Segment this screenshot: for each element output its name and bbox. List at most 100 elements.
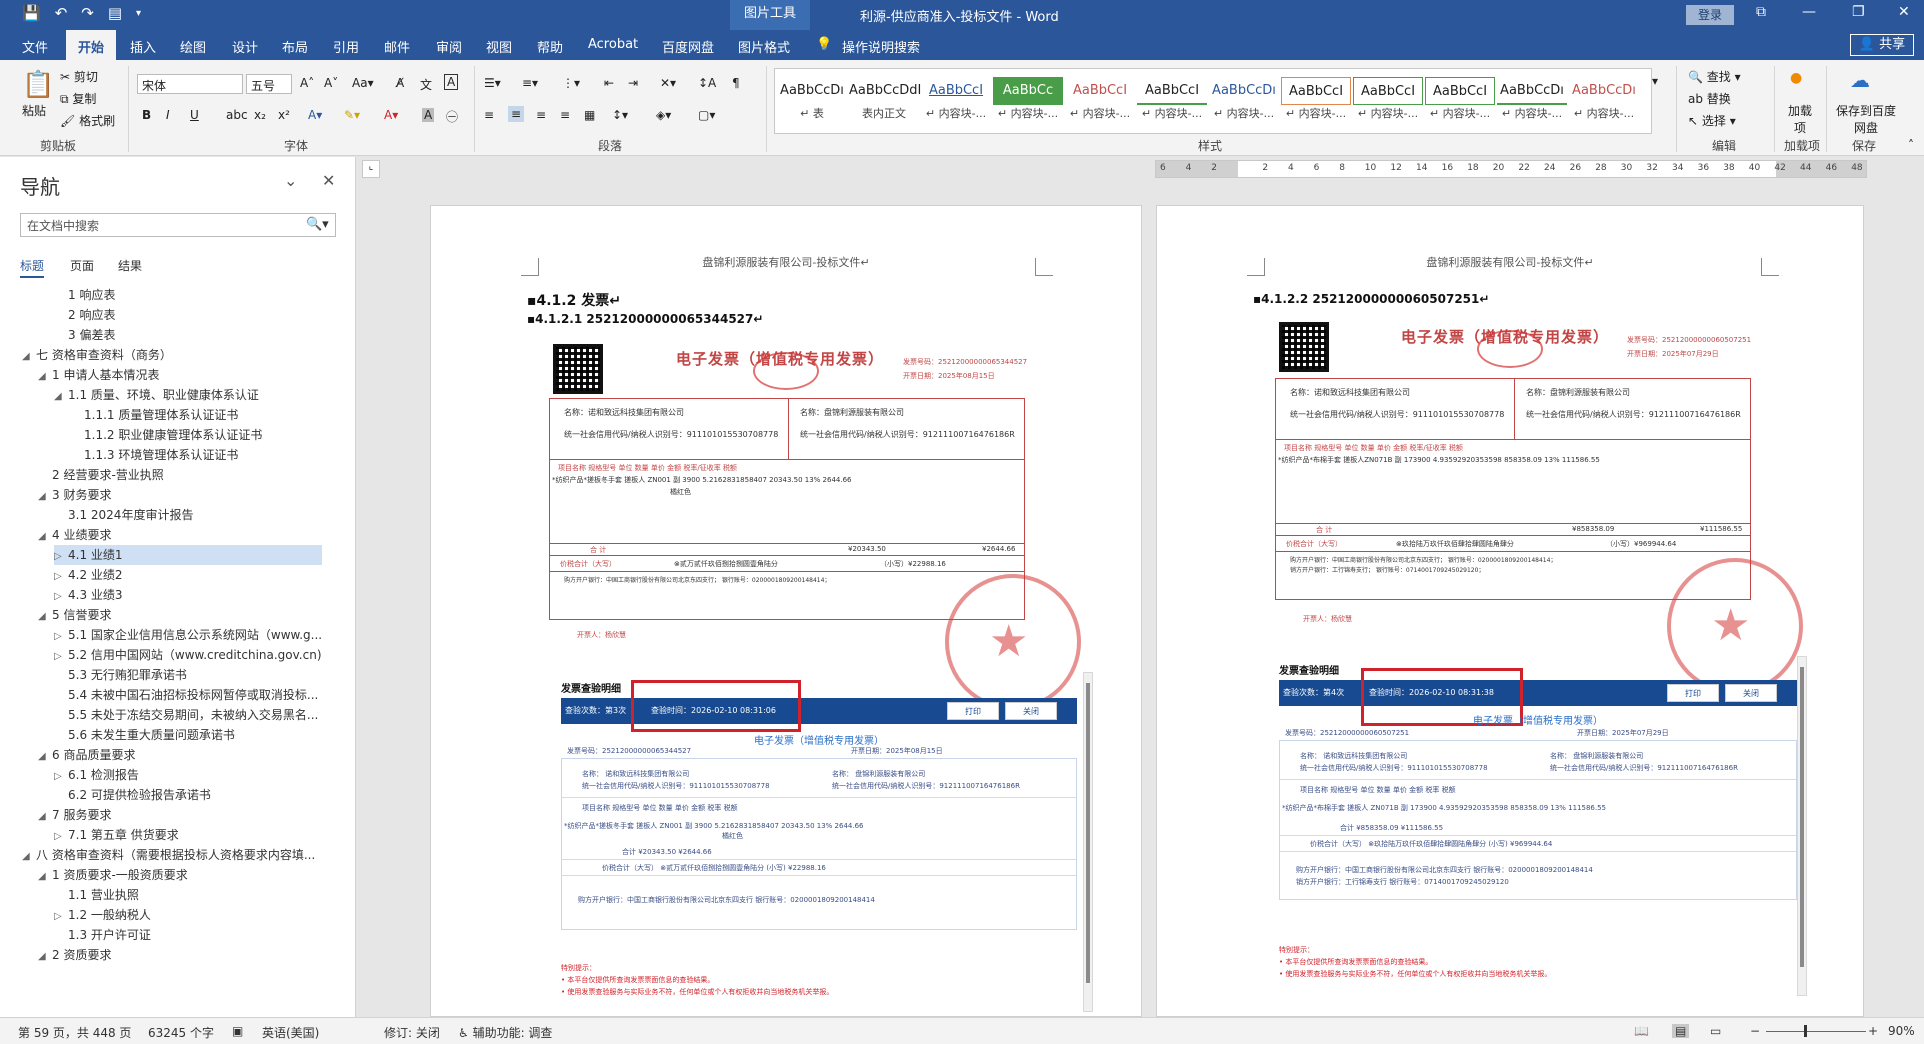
- paste-icon[interactable]: 📋: [22, 70, 54, 100]
- tab-layout[interactable]: 布局: [282, 37, 308, 56]
- nav-heading-item[interactable]: ◢ 7 服务要求: [38, 805, 358, 825]
- phonetic-guide-icon[interactable]: 文: [420, 76, 432, 93]
- copy-button[interactable]: ⧉ 复制: [60, 90, 96, 107]
- nav-heading-item[interactable]: ▷ 4.1 业绩1: [54, 545, 322, 565]
- lightbulb-icon[interactable]: 💡: [816, 37, 832, 52]
- expand-arrow-icon[interactable]: ▷: [54, 827, 68, 845]
- borders-icon[interactable]: ▢▾: [698, 108, 715, 122]
- customize-qat-icon[interactable]: ▾: [136, 8, 141, 19]
- nav-heading-item[interactable]: 2 经营要求-营业执照: [38, 465, 358, 485]
- tab-mailings[interactable]: 邮件: [384, 37, 410, 56]
- collapse-arrow-icon[interactable]: ◢: [38, 867, 52, 885]
- nav-heading-item[interactable]: 5.5 未处于冻结交易期间，未被纳入交易黑名...: [54, 705, 374, 725]
- nav-heading-item[interactable]: ▷ 6.1 检测报告: [54, 765, 374, 785]
- format-painter-button[interactable]: 🖌 格式刷: [60, 112, 115, 129]
- increase-indent-icon[interactable]: ⇥: [628, 76, 638, 90]
- cut-button[interactable]: ✂ 剪切: [60, 68, 98, 85]
- nav-heading-item[interactable]: 3 偏差表: [54, 325, 374, 345]
- tab-acrobat[interactable]: Acrobat: [588, 37, 638, 52]
- tab-draw[interactable]: 绘图: [180, 37, 206, 56]
- expand-arrow-icon[interactable]: ▷: [54, 567, 68, 585]
- nav-heading-item[interactable]: ◢ 6 商品质量要求: [38, 745, 358, 765]
- multilevel-list-icon[interactable]: ⋮▾: [562, 76, 580, 90]
- addin-icon[interactable]: ●: [1790, 70, 1802, 86]
- document-icon[interactable]: ▤: [108, 4, 122, 22]
- styles-scroll-icon[interactable]: ▾: [1652, 74, 1658, 88]
- justify-icon[interactable]: ≡: [560, 108, 570, 122]
- print-button[interactable]: 打印: [1667, 684, 1719, 702]
- minimize-icon[interactable]: —: [1802, 4, 1816, 20]
- collapse-ribbon-icon[interactable]: ˄: [1908, 138, 1914, 152]
- nav-heading-item[interactable]: 6.2 可提供检验报告承诺书: [54, 785, 374, 805]
- zoom-level[interactable]: 90%: [1888, 1024, 1915, 1038]
- horizontal-ruler[interactable]: 6 4 2 2 4 6 8 10 12 14 16 18 20 22 24 26 28 30 32 34 36 38 40 4…: [1155, 160, 1867, 178]
- collapse-arrow-icon[interactable]: ◢: [38, 807, 52, 825]
- collapse-arrow-icon[interactable]: ◢: [54, 387, 68, 405]
- italic-icon[interactable]: I: [166, 108, 170, 122]
- print-button[interactable]: 打印: [947, 702, 999, 720]
- image-scrollbar[interactable]: [1083, 672, 1093, 1012]
- collapse-arrow-icon[interactable]: ◢: [38, 947, 52, 965]
- nav-heading-item[interactable]: 1.1.2 职业健康管理体系认证证书: [70, 425, 390, 445]
- nav-heading-item[interactable]: ◢ 1 资质要求-一般资质要求: [38, 865, 358, 885]
- close-button[interactable]: 关闭: [1725, 684, 1777, 702]
- shading-icon[interactable]: ◈▾: [656, 108, 671, 122]
- nav-heading-item[interactable]: ◢ 1.1 质量、环境、职业健康体系认证: [54, 385, 374, 405]
- find-button[interactable]: 🔍 查找 ▾: [1688, 68, 1741, 85]
- clear-format-icon[interactable]: A̸: [396, 76, 404, 90]
- highlight-icon[interactable]: ✎▾: [344, 108, 360, 122]
- page-right[interactable]: 盘锦利源服装有限公司-投标文件↵ ▪4.1.2.2 25212000000060…: [1156, 205, 1864, 1017]
- login-button[interactable]: 登录: [1686, 5, 1734, 25]
- nav-heading-item[interactable]: ▷ 7.1 第五章 供货要求: [54, 825, 374, 845]
- paste-button[interactable]: 粘贴: [22, 102, 46, 119]
- nav-heading-item[interactable]: ▷ 5.1 国家企业信用信息公示系统网站（www.g...: [54, 625, 374, 645]
- nav-heading-item[interactable]: 5.3 无行贿犯罪承诺书: [54, 665, 374, 685]
- language[interactable]: 英语(美国): [262, 1024, 319, 1041]
- subscript-icon[interactable]: x₂: [254, 108, 266, 122]
- collapse-arrow-icon[interactable]: ◢: [22, 347, 36, 365]
- collapse-arrow-icon[interactable]: ◢: [38, 607, 52, 625]
- tab-baidu-netdisk[interactable]: 百度网盘: [662, 37, 714, 56]
- redo-icon[interactable]: ↷: [81, 4, 94, 22]
- style-item[interactable]: AaBbCcI ↵ 内容块-...: [921, 73, 991, 131]
- nav-heading-item[interactable]: ◢ 七 资格审查资料（商务）: [22, 345, 342, 365]
- font-color-icon[interactable]: A▾: [384, 108, 398, 122]
- nav-tab-headings[interactable]: 标题: [20, 257, 45, 278]
- baidu-cloud-icon[interactable]: ☁: [1850, 68, 1870, 92]
- style-item[interactable]: AaBbCcI ↵ 内容块-...: [1281, 73, 1351, 131]
- decrease-indent-icon[interactable]: ⇤: [604, 76, 614, 90]
- nav-heading-item[interactable]: ◢ 5 信誉要求: [38, 605, 358, 625]
- save-icon[interactable]: 💾: [22, 4, 41, 22]
- nav-heading-item[interactable]: 5.4 未被中国石油招标投标网暂停或取消投标...: [54, 685, 374, 705]
- collapse-arrow-icon[interactable]: ◢: [38, 527, 52, 545]
- ribbon-display-icon[interactable]: ⧉: [1756, 4, 1766, 20]
- style-item[interactable]: AaBbCcDı ↵ 内容块-...: [1497, 73, 1567, 131]
- web-layout-icon[interactable]: ▭: [1710, 1024, 1721, 1038]
- scroll-thumb[interactable]: [1800, 667, 1804, 967]
- share-button[interactable]: 👤 共享: [1850, 34, 1914, 56]
- enclose-characters-icon[interactable]: ㊀: [446, 108, 458, 125]
- expand-arrow-icon[interactable]: ▷: [54, 907, 68, 925]
- zoom-slider-thumb[interactable]: [1804, 1025, 1807, 1037]
- restore-icon[interactable]: ❐: [1852, 4, 1865, 20]
- nav-heading-item[interactable]: 2 响应表: [54, 305, 374, 325]
- tab-picture-format[interactable]: 图片格式: [738, 37, 790, 56]
- expand-arrow-icon[interactable]: ▷: [54, 767, 68, 785]
- read-mode-icon[interactable]: 📖: [1634, 1024, 1649, 1038]
- tab-selector[interactable]: ⌞: [362, 160, 380, 178]
- nav-heading-item[interactable]: ◢ 八 资格审查资料（需要根据投标人资格要求内容填...: [22, 845, 342, 865]
- nav-heading-item[interactable]: ▷ 4.3 业绩3: [54, 585, 374, 605]
- superscript-icon[interactable]: x²: [278, 108, 290, 122]
- bullets-icon[interactable]: ☰▾: [484, 76, 501, 90]
- proofing-icon[interactable]: ▣: [232, 1024, 243, 1038]
- tab-review[interactable]: 审阅: [436, 37, 462, 56]
- style-item[interactable]: AaBbCcI ↵ 内容块-...: [1425, 73, 1495, 131]
- line-spacing-icon[interactable]: ↕▾: [612, 108, 628, 122]
- select-button[interactable]: ↖ 选择 ▾: [1688, 112, 1736, 129]
- character-shading-icon[interactable]: A: [422, 108, 435, 122]
- collapse-arrow-icon[interactable]: ◢: [38, 487, 52, 505]
- nav-heading-item[interactable]: 1.1.1 质量管理体系认证证书: [70, 405, 390, 425]
- tab-insert[interactable]: 插入: [130, 37, 156, 56]
- search-icon[interactable]: 🔍▾: [306, 217, 329, 232]
- tab-help[interactable]: 帮助: [537, 37, 563, 56]
